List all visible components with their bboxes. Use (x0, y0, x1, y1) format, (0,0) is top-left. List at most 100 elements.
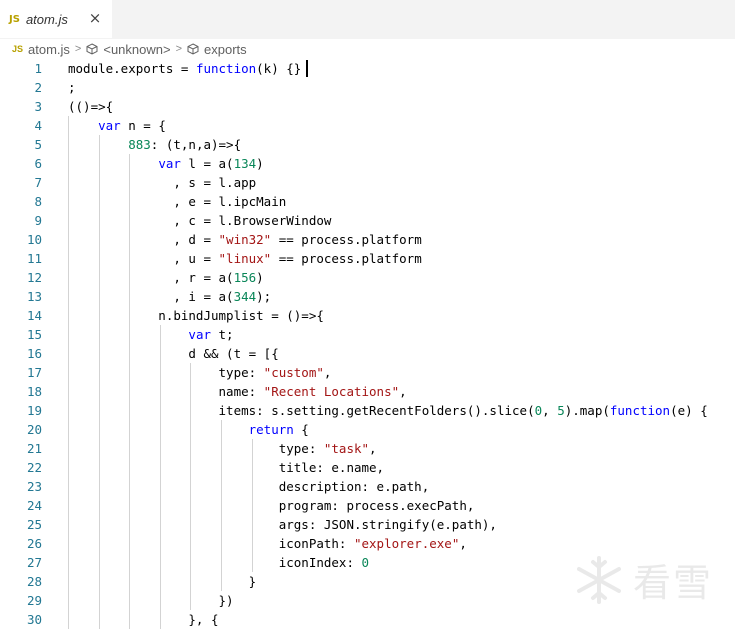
code-line[interactable]: 8 , e = l.ipcMain (0, 192, 735, 211)
line-number: 23 (26, 479, 42, 494)
line-number: 22 (26, 460, 42, 475)
code-line[interactable]: 12 , r = a(156) (0, 268, 735, 287)
tab-bar: JS atom.js × (0, 0, 735, 39)
code-line[interactable]: 4 var n = { (0, 116, 735, 135)
line-number: 12 (26, 270, 42, 285)
line-number: 10 (26, 232, 42, 247)
line-number: 19 (26, 403, 42, 418)
javascript-file-icon: JS (9, 13, 20, 25)
code-line[interactable]: 21 type: "task", (0, 439, 735, 458)
cube-icon (86, 43, 98, 55)
indent-guide (129, 154, 131, 629)
line-code: type: "task", (68, 441, 377, 456)
code-line[interactable]: 19 items: s.setting.getRecentFolders().s… (0, 401, 735, 420)
line-number: 15 (26, 327, 42, 342)
line-number: 7 (34, 175, 42, 190)
code-editor[interactable]: 1 module.exports = function(k) {} 2; 3 (()=>… (0, 60, 735, 629)
line-code: type: "custom", (68, 365, 332, 380)
line-number: 17 (26, 365, 42, 380)
line-number: 25 (26, 517, 42, 532)
snowflake-icon (576, 555, 621, 604)
indent-guide (98, 135, 100, 629)
line-number: 1 (34, 61, 42, 76)
code-line[interactable]: 13 , i = a(344); (0, 287, 735, 306)
code-line[interactable]: 7 , s = l.app (0, 173, 735, 192)
breadcrumb-exports[interactable]: exports (204, 42, 247, 57)
close-icon[interactable]: × (86, 9, 104, 27)
line-number: 8 (34, 194, 42, 209)
chevron-right-icon: > (74, 43, 82, 55)
line-number: 28 (26, 574, 42, 589)
code-line[interactable]: 3 (()=>{ (0, 97, 735, 116)
indent-guide (159, 325, 161, 629)
line-number: 27 (26, 555, 42, 570)
code-line[interactable]: 25 args: JSON.stringify(e.path), (0, 515, 735, 534)
line-number: 14 (26, 308, 42, 323)
line-code: var n = { (98, 118, 166, 133)
code-line[interactable]: 14 n.bindJumplist = ()=>{ (0, 306, 735, 325)
chevron-right-icon: > (175, 43, 183, 55)
breadcrumb-unknown[interactable]: <unknown> (103, 42, 170, 57)
line-number: 13 (26, 289, 42, 304)
code-line[interactable]: 11 , u = "linux" == process.platform (0, 249, 735, 268)
line-code: var t; (188, 327, 234, 342)
code-line[interactable]: 15 var t; (0, 325, 735, 344)
line-number: 4 (34, 118, 42, 133)
line-code: var l = a(134) (158, 156, 264, 171)
indent-guide (221, 420, 222, 591)
line-code: 883: (t,n,a)=>{ (128, 137, 242, 152)
line-number: 29 (26, 593, 42, 608)
line-code: ; (68, 80, 76, 95)
line-code: title: e.name, (68, 460, 385, 475)
code-line[interactable]: 1 module.exports = function(k) {} (0, 59, 735, 78)
line-code: n.bindJumplist = ()=>{ (68, 308, 324, 323)
code-line[interactable]: 26 iconPath: "explorer.exe", (0, 534, 735, 553)
code-line[interactable]: 23 description: e.path, (0, 477, 735, 496)
line-code: } (68, 574, 257, 589)
line-code: }) (68, 593, 234, 608)
line-code: args: JSON.stringify(e.path), (68, 517, 497, 532)
code-line[interactable]: 18 name: "Recent Locations", (0, 382, 735, 401)
code-line[interactable]: 16 d && (t = [{ (0, 344, 735, 363)
indent-guide (190, 363, 192, 610)
line-code: , c = l.BrowserWindow (68, 213, 332, 228)
code-line[interactable]: 10 , d = "win32" == process.platform (0, 230, 735, 249)
line-number: 9 (34, 213, 42, 228)
line-code: }, { (68, 612, 219, 627)
breadcrumb: JS atom.js > <unknown> > exports (0, 38, 735, 60)
line-number: 11 (26, 251, 42, 266)
line-code: , d = "win32" == process.platform (68, 232, 422, 247)
line-code: iconPath: "explorer.exe", (68, 536, 467, 551)
breadcrumb-file[interactable]: atom.js (28, 42, 70, 57)
code-line[interactable]: 9 , c = l.BrowserWindow (0, 211, 735, 230)
line-number: 2 (34, 80, 42, 95)
line-number: 6 (34, 156, 42, 171)
code-line[interactable]: 6 var l = a(134) (0, 154, 735, 173)
code-line[interactable]: 20 return { (0, 420, 735, 439)
line-number: 3 (34, 99, 42, 114)
text-cursor (306, 60, 309, 77)
code-line[interactable]: 30 }, { (0, 610, 735, 629)
line-code: items: s.setting.getRecentFolders().slic… (68, 403, 708, 418)
line-code: (()=>{ (68, 99, 114, 114)
javascript-file-icon: JS (12, 44, 24, 54)
tab-atom-js[interactable]: JS atom.js × (0, 0, 112, 38)
line-number: 20 (26, 422, 42, 437)
tab-title: atom.js (25, 11, 68, 27)
line-number: 26 (26, 536, 42, 551)
line-code: module.exports = function(k) {} (68, 61, 302, 76)
line-number: 30 (26, 612, 42, 627)
code-line[interactable]: 5 883: (t,n,a)=>{ (0, 135, 735, 154)
line-code: d && (t = [{ (68, 346, 279, 361)
code-line[interactable]: 17 type: "custom", (0, 363, 735, 382)
indent-guide (68, 116, 69, 629)
line-code: iconIndex: 0 (68, 555, 370, 570)
line-number: 18 (26, 384, 42, 399)
line-number: 21 (26, 441, 42, 456)
code-line[interactable]: 24 program: process.execPath, (0, 496, 735, 515)
code-line[interactable]: 2; (0, 78, 735, 97)
line-number: 24 (26, 498, 42, 513)
line-code: name: "Recent Locations", (68, 384, 407, 399)
code-line[interactable]: 22 title: e.name, (0, 458, 735, 477)
cube-icon (187, 43, 199, 55)
